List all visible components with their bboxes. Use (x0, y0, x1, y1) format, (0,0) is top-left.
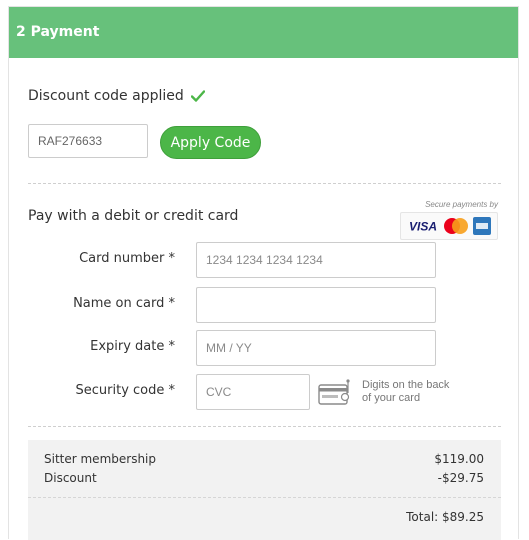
card-back-icon (318, 379, 350, 405)
amex-logo (473, 217, 491, 235)
security-code-input[interactable] (196, 374, 310, 410)
summary-row: Sitter membership $119.00 (44, 452, 484, 466)
summary-row-amount: $119.00 (434, 452, 484, 466)
card-section-label: Pay with a debit or credit card (28, 208, 239, 224)
divider (28, 426, 501, 427)
security-code-label: Security code * (75, 383, 176, 398)
name-on-card-label: Name on card * (73, 296, 175, 311)
divider (28, 183, 501, 184)
summary-row-label: Discount (44, 471, 97, 485)
order-summary: Sitter membership $119.00 Discount -$29.… (28, 440, 501, 540)
expiry-date-label: Expiry date * (90, 339, 175, 354)
discount-applied-text: Discount code applied (28, 88, 184, 104)
card-number-input[interactable] (196, 242, 436, 278)
panel-header: 2 Payment (9, 7, 518, 58)
cvc-help-text: Digits on the back of your card (362, 379, 450, 404)
payment-panel: 2 Payment Discount code applied Apply Co… (8, 6, 519, 540)
svg-text:VISA: VISA (409, 220, 437, 234)
discount-code-input[interactable] (28, 124, 148, 158)
secure-payments-badge: Secure payments by VISA (400, 200, 498, 240)
mastercard-logo (444, 218, 468, 234)
discount-applied-label: Discount code applied (28, 88, 206, 106)
name-on-card-input[interactable] (196, 287, 436, 323)
card-logos: VISA (400, 212, 498, 240)
expiry-date-input[interactable] (196, 330, 436, 366)
apply-code-button[interactable]: Apply Code (160, 126, 261, 159)
card-number-label: Card number * (79, 251, 175, 266)
cvc-help: Digits on the back of your card (318, 378, 457, 406)
summary-row-amount: -$29.75 (437, 471, 484, 485)
check-icon (191, 90, 206, 106)
secure-payments-text: Secure payments by (425, 200, 498, 209)
summary-row: Discount -$29.75 (44, 471, 484, 485)
summary-divider (28, 497, 501, 498)
summary-row-label: Sitter membership (44, 452, 156, 466)
summary-total: Total: $89.25 (406, 510, 484, 524)
visa-logo: VISA (409, 220, 437, 234)
